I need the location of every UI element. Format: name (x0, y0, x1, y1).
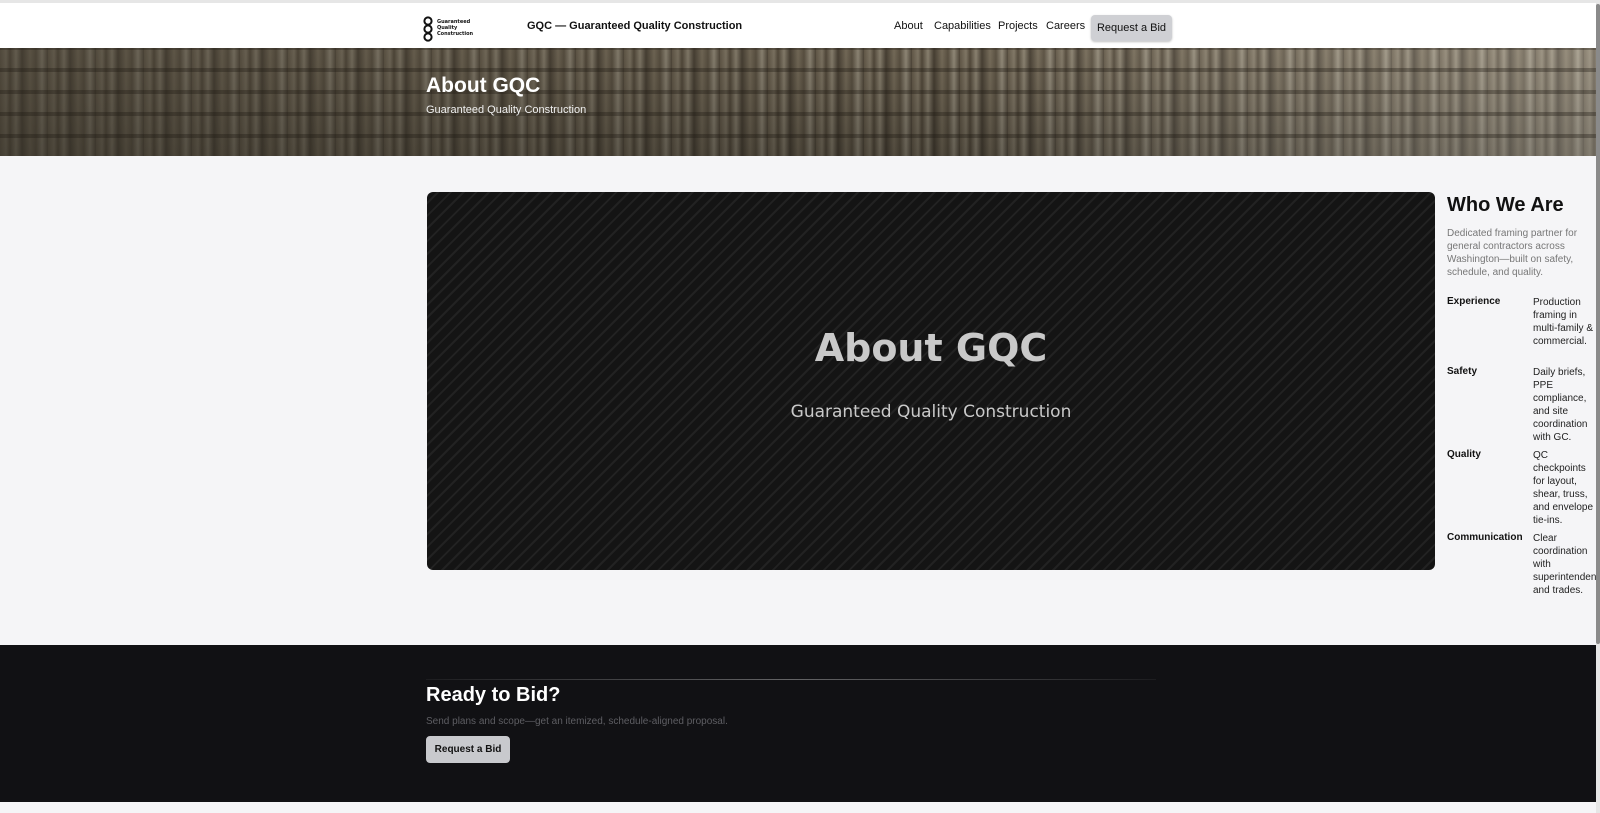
card-title: About GQC (814, 326, 1048, 370)
footer-request-bid-button[interactable]: Request a Bid (426, 736, 510, 763)
footer-cta-subtitle: Send plans and scope—get an itemized, sc… (426, 716, 728, 727)
nav-link-about[interactable]: About (894, 20, 923, 32)
who-we-are-panel: Who We Are Dedicated framing partner for… (1447, 194, 1597, 604)
fact-value-quality: QC checkpoints for layout, shear, truss,… (1533, 450, 1594, 526)
about-feature-card: About GQC Guaranteed Quality Constructio… (427, 192, 1435, 570)
card-subtitle: Guaranteed Quality Construction (790, 402, 1072, 422)
fact-label-quality: Quality (1447, 449, 1481, 460)
fact-label-communication: Communication (1447, 532, 1523, 543)
site-title[interactable]: GQC — Guaranteed Quality Construction (527, 20, 742, 32)
hero-subtitle: Guaranteed Quality Construction (426, 104, 587, 116)
fact-value-communication: Clear coordination with superintendents … (1533, 533, 1597, 596)
hero-background-image (0, 48, 1596, 156)
hero-banner: About GQC Guaranteed Quality Constructio… (0, 48, 1596, 156)
section-divider (426, 679, 1156, 680)
hero-title: About GQC (426, 74, 541, 97)
page-scrollbar-thumb[interactable] (1596, 4, 1600, 644)
fact-value-safety: Daily briefs, PPE compliance, and site c… (1533, 367, 1588, 443)
aside-intro: Dedicated framing partner for general co… (1447, 228, 1578, 278)
company-logo[interactable]: Guaranteed Quality Construction (423, 16, 473, 42)
logo-wordmark: Guaranteed Quality Construction (437, 19, 473, 37)
request-bid-button[interactable]: Request a Bid (1091, 15, 1172, 41)
aside-title: Who We Are (1447, 194, 1564, 216)
nav-link-capabilities[interactable]: Capabilities (934, 20, 991, 32)
ready-to-bid-section: Ready to Bid? Send plans and scope—get a… (0, 645, 1596, 802)
logo-rings-icon (423, 16, 433, 42)
nav-link-careers[interactable]: Careers (1046, 20, 1085, 32)
nav-link-projects[interactable]: Projects (998, 20, 1038, 32)
fact-value-experience: Production framing in multi-family & com… (1533, 297, 1594, 347)
fact-label-safety: Safety (1447, 366, 1478, 377)
footer-cta-title: Ready to Bid? (426, 684, 561, 706)
page-bottom (0, 802, 1596, 813)
fact-label-experience: Experience (1447, 296, 1501, 307)
logo-line: Construction (437, 31, 474, 37)
top-navigation-bar: Guaranteed Quality Construction GQC — Gu… (0, 0, 1600, 48)
